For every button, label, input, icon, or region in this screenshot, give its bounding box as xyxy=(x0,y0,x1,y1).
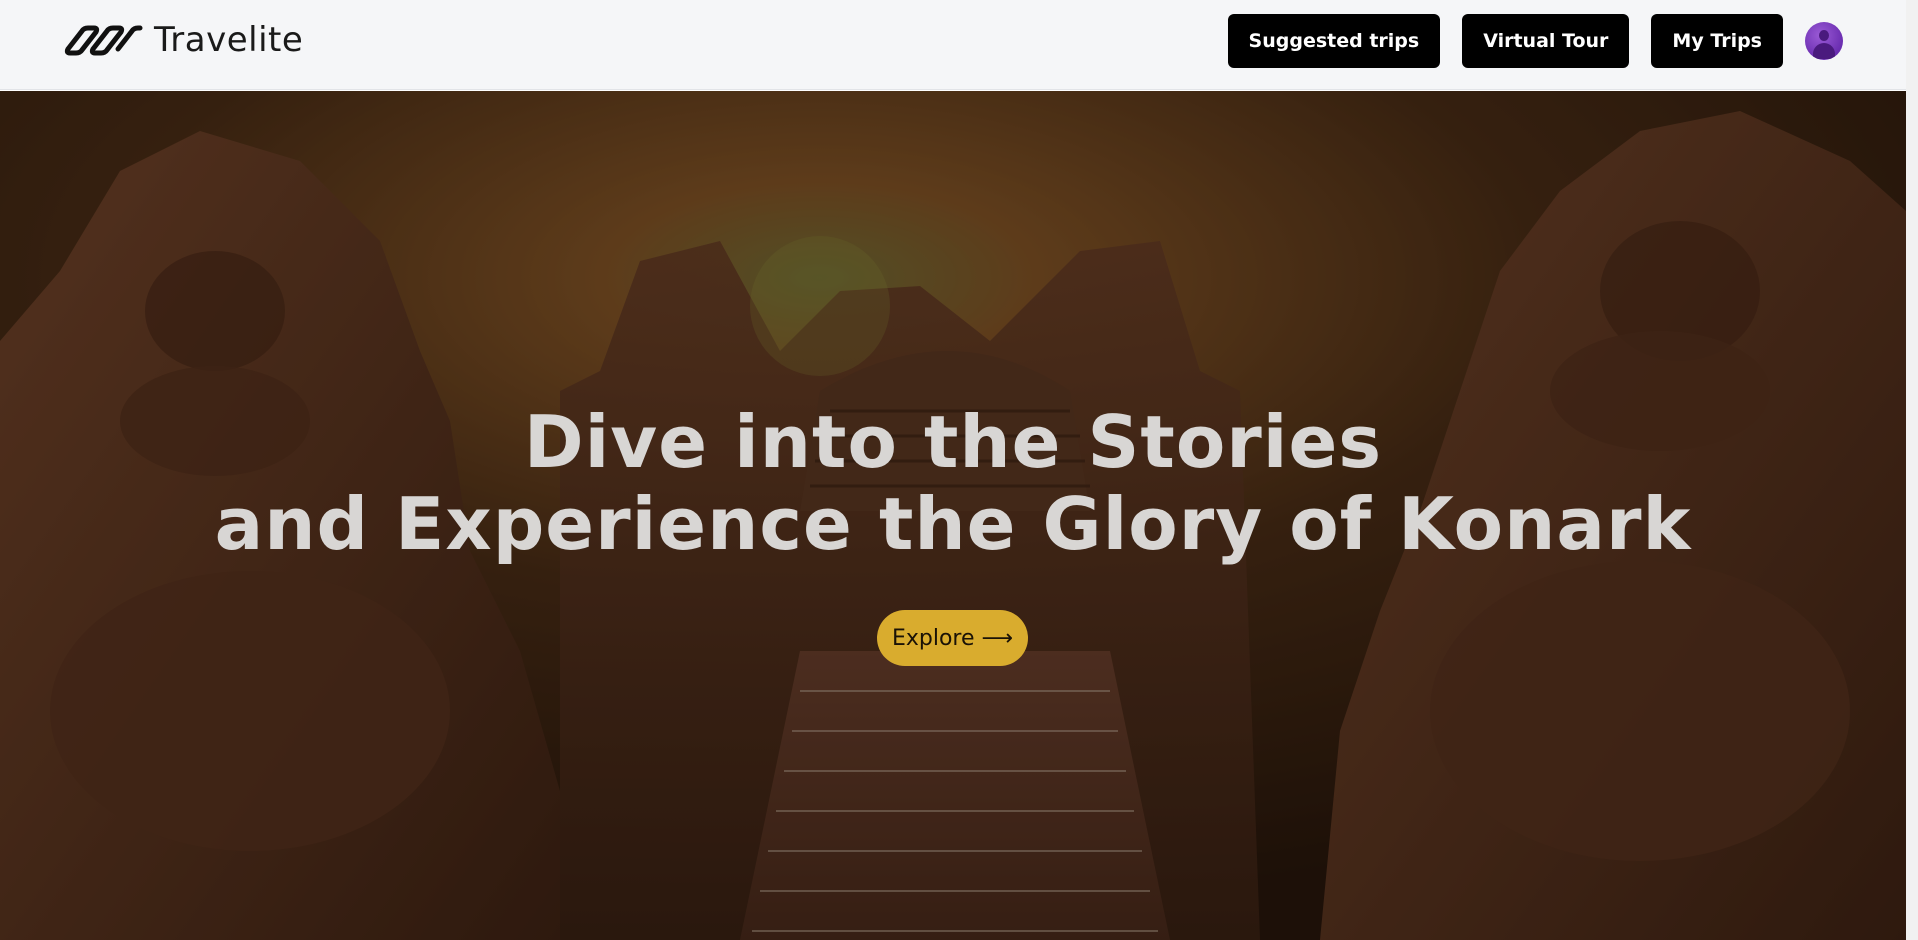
avatar-head-shape xyxy=(1819,30,1829,41)
virtual-tour-button[interactable]: Virtual Tour xyxy=(1462,14,1630,68)
hero-headline-line-2: and Experience the Glory of Konark xyxy=(214,482,1692,566)
top-navbar: Travelite Suggested trips Virtual Tour M… xyxy=(0,0,1906,90)
explore-button[interactable]: Explore ⟶ xyxy=(877,610,1028,666)
user-avatar-icon[interactable] xyxy=(1805,22,1843,60)
page-scrollbar[interactable] xyxy=(1906,0,1918,940)
suggested-trips-button[interactable]: Suggested trips xyxy=(1227,14,1441,68)
hero-headline-line-1: Dive into the Stories xyxy=(523,400,1383,484)
brand-logo[interactable]: Travelite xyxy=(62,18,303,62)
hero-headline: Dive into the Stories and Experience the… xyxy=(0,401,1906,565)
hero-section: Dive into the Stories and Experience the… xyxy=(0,91,1906,940)
my-trips-button[interactable]: My Trips xyxy=(1651,14,1783,68)
infinity-chain-logo-icon xyxy=(64,25,143,56)
nav-button-group: Suggested trips Virtual Tour My Trips xyxy=(1227,14,1906,68)
brand-name: Travelite xyxy=(154,20,304,60)
avatar-body-shape xyxy=(1813,43,1835,59)
